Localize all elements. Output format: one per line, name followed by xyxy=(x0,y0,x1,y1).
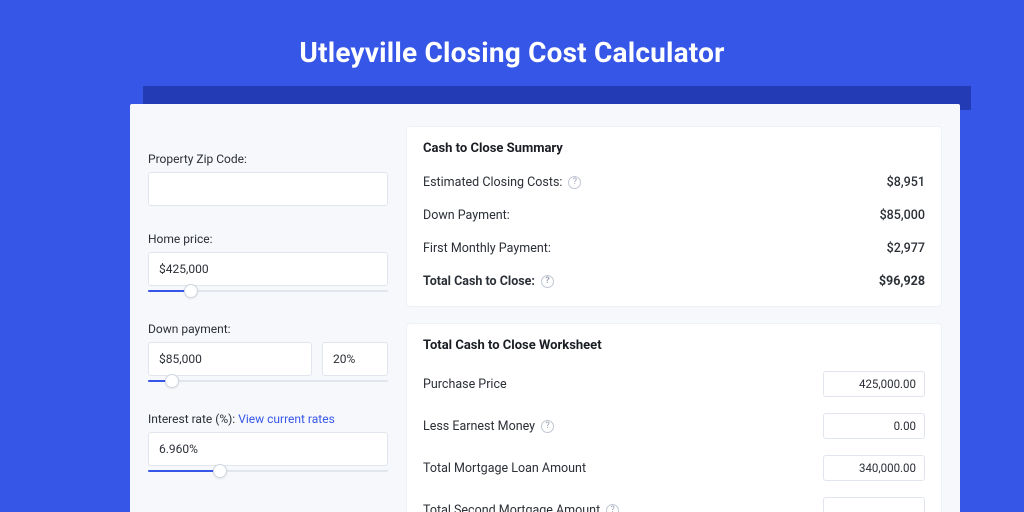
zip-label: Property Zip Code: xyxy=(148,152,388,166)
summary-panel: Cash to Close Summary Estimated Closing … xyxy=(406,126,942,307)
summary-down-payment: Down Payment: $85,000 xyxy=(423,199,925,232)
slider-thumb[interactable] xyxy=(213,464,227,478)
home-price-slider[interactable] xyxy=(148,284,388,298)
help-icon[interactable]: ? xyxy=(541,420,554,433)
page-title: Utleyville Closing Cost Calculator xyxy=(0,0,1024,69)
interest-label: Interest rate (%): View current rates xyxy=(148,412,388,426)
ws-second-mortgage-value[interactable] xyxy=(823,497,925,512)
summary-down-payment-label: Down Payment: xyxy=(423,208,510,223)
summary-down-payment-value: $85,000 xyxy=(880,208,925,223)
home-price-label: Home price: xyxy=(148,232,388,246)
ws-loan-amount-value[interactable]: 340,000.00 xyxy=(823,455,925,481)
ws-earnest: Less Earnest Money ? 0.00 xyxy=(423,405,925,447)
zip-input[interactable] xyxy=(148,172,388,206)
slider-fill xyxy=(148,470,220,472)
down-payment-label: Down payment: xyxy=(148,322,388,336)
inputs-column: Property Zip Code: Home price: $425,000 … xyxy=(148,126,388,512)
ws-purchase-price: Purchase Price 425,000.00 xyxy=(423,363,925,405)
results-column: Cash to Close Summary Estimated Closing … xyxy=(406,126,942,512)
slider-track xyxy=(148,380,388,382)
worksheet-heading: Total Cash to Close Worksheet xyxy=(423,338,925,353)
interest-group: Interest rate (%): View current rates 6.… xyxy=(148,412,388,490)
summary-total-cash-label: Total Cash to Close: xyxy=(423,274,535,289)
summary-first-monthly-label: First Monthly Payment: xyxy=(423,241,551,256)
interest-label-text: Interest rate (%): xyxy=(148,412,238,426)
help-icon[interactable]: ? xyxy=(568,176,581,189)
ws-purchase-price-value[interactable]: 425,000.00 xyxy=(823,371,925,397)
help-icon[interactable]: ? xyxy=(606,504,619,512)
down-payment-input[interactable]: $85,000 xyxy=(148,342,312,376)
ws-loan-amount: Total Mortgage Loan Amount 340,000.00 xyxy=(423,447,925,489)
ws-second-mortgage: Total Second Mortgage Amount ? xyxy=(423,489,925,512)
slider-thumb[interactable] xyxy=(184,284,198,298)
summary-first-monthly: First Monthly Payment: $2,977 xyxy=(423,232,925,265)
home-price-group: Home price: $425,000 xyxy=(148,232,388,310)
ws-earnest-label: Less Earnest Money xyxy=(423,419,535,434)
summary-closing-costs: Estimated Closing Costs: ? $8,951 xyxy=(423,166,925,199)
zip-group: Property Zip Code: xyxy=(148,152,388,206)
home-price-input[interactable]: $425,000 xyxy=(148,252,388,286)
ws-second-mortgage-label: Total Second Mortgage Amount xyxy=(423,503,600,512)
worksheet-panel: Total Cash to Close Worksheet Purchase P… xyxy=(406,323,942,512)
slider-thumb[interactable] xyxy=(165,374,179,388)
summary-heading: Cash to Close Summary xyxy=(423,141,925,156)
interest-slider[interactable] xyxy=(148,464,388,478)
view-rates-link[interactable]: View current rates xyxy=(238,412,335,426)
ws-purchase-price-label: Purchase Price xyxy=(423,377,507,392)
summary-total-cash-value: $96,928 xyxy=(879,274,925,289)
summary-total-cash: Total Cash to Close: ? $96,928 xyxy=(423,265,925,298)
down-payment-pct-input[interactable]: 20% xyxy=(322,342,388,376)
ws-earnest-value[interactable]: 0.00 xyxy=(823,413,925,439)
down-payment-slider[interactable] xyxy=(148,374,388,388)
summary-first-monthly-value: $2,977 xyxy=(887,241,925,256)
calculator-card: Property Zip Code: Home price: $425,000 … xyxy=(130,104,960,512)
summary-closing-costs-label: Estimated Closing Costs: xyxy=(423,175,562,190)
down-payment-group: Down payment: $85,000 20% xyxy=(148,322,388,400)
help-icon[interactable]: ? xyxy=(541,275,554,288)
summary-closing-costs-value: $8,951 xyxy=(887,175,925,190)
ws-loan-amount-label: Total Mortgage Loan Amount xyxy=(423,461,586,476)
interest-input[interactable]: 6.960% xyxy=(148,432,388,466)
